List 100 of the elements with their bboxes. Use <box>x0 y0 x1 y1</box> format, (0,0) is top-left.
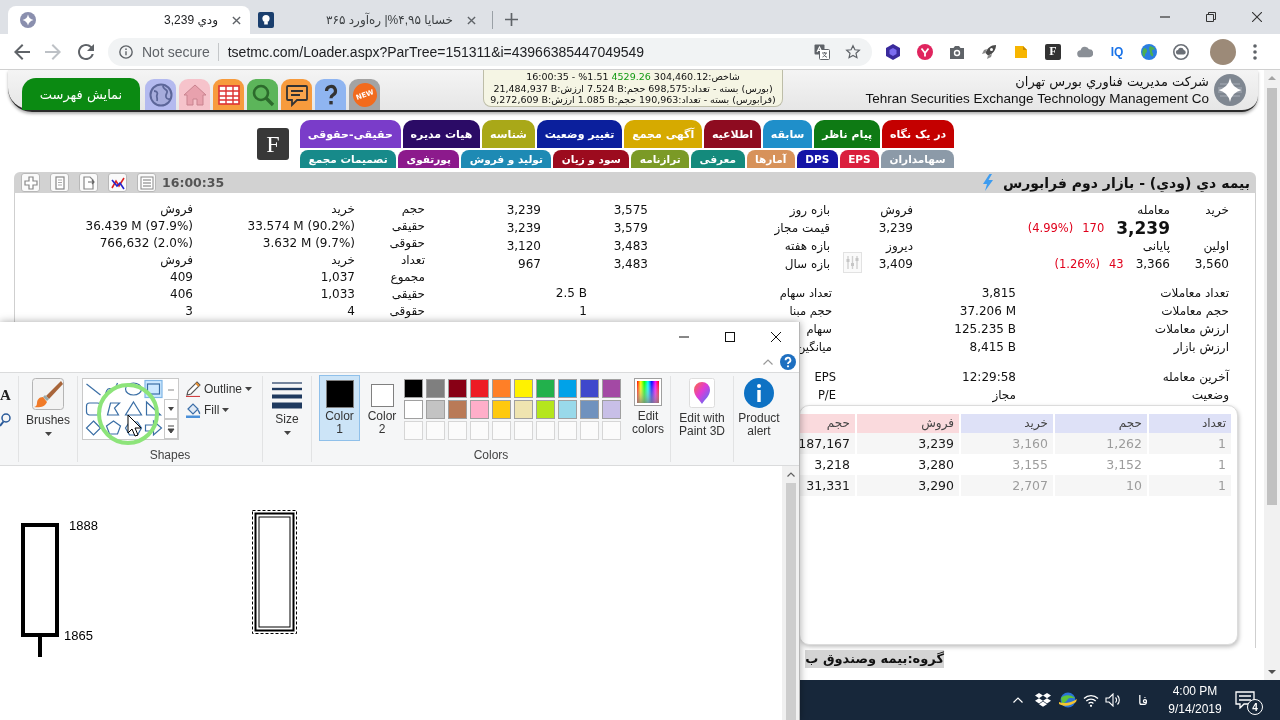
section-tab[interactable]: پیام ناظر <box>814 120 881 148</box>
section-tab[interactable]: اطلاعیه <box>704 120 761 148</box>
rocket-icon[interactable] <box>981 43 997 60</box>
globe-icon[interactable] <box>1058 692 1077 708</box>
section-tab[interactable]: DPS <box>796 150 838 168</box>
section-tab[interactable]: هیات مدیره <box>402 120 481 148</box>
document-icon[interactable] <box>50 173 69 192</box>
empty-swatch[interactable] <box>448 421 467 440</box>
empty-swatch[interactable] <box>536 421 555 440</box>
menu-button[interactable]: نمایش فهرست <box>22 78 140 110</box>
empty-swatch[interactable] <box>404 421 423 440</box>
empty-swatch[interactable] <box>492 421 511 440</box>
empty-swatch[interactable] <box>602 421 621 440</box>
scrollbar-thumb[interactable] <box>1267 88 1277 505</box>
empty-swatch[interactable] <box>470 421 489 440</box>
section-tab[interactable]: در یک نگاه <box>882 120 954 148</box>
camera-icon[interactable] <box>949 43 965 60</box>
scroll-down-icon[interactable] <box>1268 670 1276 674</box>
avatar-icon[interactable] <box>1210 38 1236 65</box>
paint-3d-button[interactable]: Edit with Paint 3D <box>673 378 731 465</box>
color-swatch[interactable] <box>558 400 577 419</box>
table-icon[interactable] <box>213 79 244 110</box>
magnifier-icon[interactable] <box>0 413 12 427</box>
forward-icon[interactable] <box>45 43 61 60</box>
security-label[interactable]: Not secure <box>142 43 210 60</box>
color-swatch[interactable] <box>448 400 467 419</box>
edit-colors-button[interactable]: Edit colors <box>628 375 668 448</box>
add-icon[interactable] <box>21 173 40 192</box>
menu-icon[interactable] <box>1253 43 1257 60</box>
hexagon-icon[interactable] <box>885 43 901 60</box>
color-swatch[interactable] <box>602 400 621 419</box>
section-tab[interactable]: معرفی <box>691 150 745 168</box>
color-picker-button[interactable]: Color 2 <box>363 375 401 441</box>
help-icon[interactable] <box>780 354 796 370</box>
section-tab[interactable]: تصمیمات مجمع <box>300 150 397 168</box>
empty-swatch[interactable] <box>580 421 599 440</box>
color-swatch[interactable] <box>536 400 555 419</box>
scroll-up-icon[interactable] <box>786 472 795 477</box>
selection-rectangle[interactable] <box>252 510 297 634</box>
scrollbar-thumb[interactable] <box>785 483 796 720</box>
color-swatch[interactable] <box>470 379 489 398</box>
color-swatch[interactable] <box>580 400 599 419</box>
brushes-button[interactable]: Brushes <box>26 378 70 465</box>
restore-icon[interactable] <box>1206 12 1216 22</box>
color-swatch[interactable] <box>404 379 423 398</box>
badge-icon[interactable] <box>917 43 933 60</box>
empty-swatch[interactable] <box>558 421 577 440</box>
empty-swatch[interactable] <box>514 421 533 440</box>
browser-tab[interactable]: خسایا ۴,۹۵%| ره‌آورد ۳۶۵ <box>250 6 492 34</box>
color-swatch[interactable] <box>558 379 577 398</box>
maximize-icon[interactable] <box>725 332 735 342</box>
export-icon[interactable] <box>79 173 98 192</box>
new-tab-icon[interactable] <box>505 13 518 26</box>
color-swatch[interactable] <box>426 379 445 398</box>
info-icon[interactable] <box>119 44 133 59</box>
text-tool-button[interactable]: A <box>0 387 11 403</box>
color-swatch[interactable] <box>602 379 621 398</box>
back-icon[interactable] <box>14 43 30 60</box>
color-swatch[interactable] <box>514 379 533 398</box>
address-field[interactable]: Not secure tsetmc.com/Loader.aspx?ParTree=151311&i=43966385447049549 <box>108 37 872 66</box>
section-tab[interactable]: تولید و فروش <box>461 150 552 168</box>
color-swatch[interactable] <box>470 400 489 419</box>
product-alert-button[interactable]: Product alert <box>735 378 783 465</box>
section-tab[interactable]: EPS <box>839 150 880 168</box>
star-icon[interactable] <box>845 43 861 60</box>
scrollbar[interactable] <box>782 466 799 720</box>
speaker-icon[interactable] <box>1105 693 1121 707</box>
translate-icon[interactable] <box>814 43 830 60</box>
empty-swatch[interactable] <box>426 421 445 440</box>
fill-button[interactable]: Fill <box>185 401 253 418</box>
help-icon[interactable] <box>315 79 346 110</box>
color-swatch[interactable] <box>448 379 467 398</box>
color-swatch[interactable] <box>426 400 445 419</box>
color-swatch[interactable] <box>536 379 555 398</box>
color-picker-button[interactable]: Color 1 <box>319 375 360 441</box>
chat-icon[interactable] <box>281 79 312 110</box>
list-icon[interactable] <box>137 173 156 192</box>
section-tab[interactable]: پورتفوی <box>398 150 460 168</box>
color-swatch[interactable] <box>492 379 511 398</box>
section-tab[interactable]: سود و زیان <box>553 150 630 168</box>
url-text[interactable]: tsetmc.com/Loader.aspx?ParTree=151311&i=43966385447049549 <box>227 43 645 60</box>
size-button[interactable]: Size <box>272 378 302 465</box>
color-swatch[interactable] <box>492 400 511 419</box>
reload-icon[interactable] <box>78 43 94 60</box>
extension-icon[interactable]: IQ <box>1110 44 1124 59</box>
section-tab[interactable]: حقیقی-حقوقی <box>299 120 401 148</box>
color-swatch[interactable] <box>514 400 533 419</box>
search-icon[interactable] <box>247 79 278 110</box>
color-swatch[interactable] <box>404 400 423 419</box>
scrollbar[interactable] <box>1264 70 1280 680</box>
outline-button[interactable]: Outline <box>185 380 253 397</box>
wifi-icon[interactable] <box>1083 693 1099 707</box>
close-icon[interactable] <box>771 332 781 342</box>
cloud-circle-icon[interactable] <box>1173 43 1189 60</box>
browser-tab[interactable]: ودي 3,239 <box>8 6 250 34</box>
scroll-down-icon[interactable] <box>164 399 178 419</box>
globe-icon[interactable] <box>1141 43 1157 60</box>
globe-icon[interactable] <box>145 79 176 110</box>
home-icon[interactable] <box>179 79 210 110</box>
dropbox-icon[interactable] <box>1034 693 1051 707</box>
